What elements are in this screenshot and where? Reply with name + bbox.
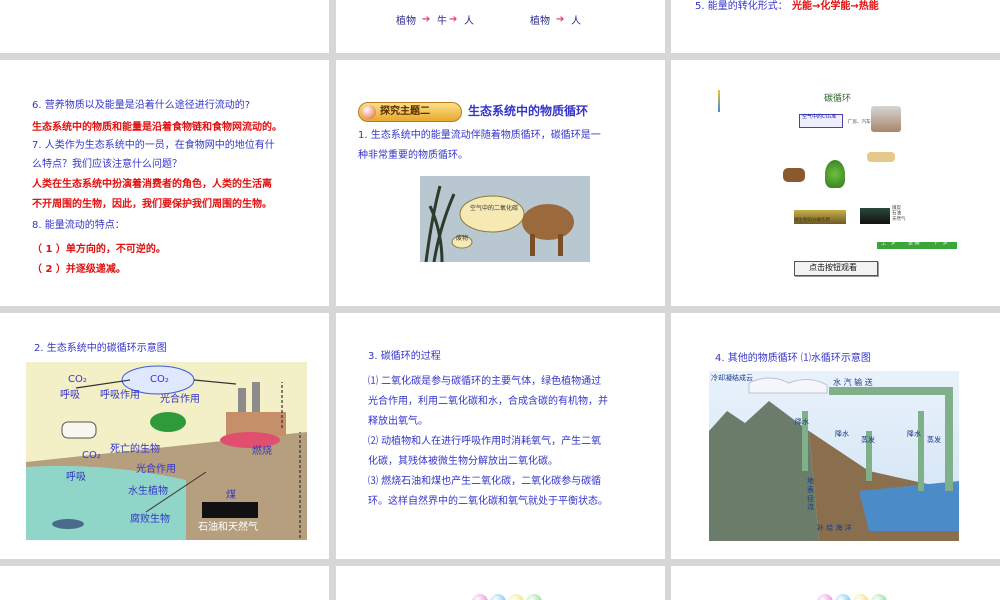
energy-prefix: 5. 能量的转化形式： [695, 1, 788, 12]
slide-top-center[interactable]: 植物 ➔ 牛 ➔ 人 植物 ➔ 人 [336, 0, 665, 53]
ball-icon [490, 594, 506, 600]
question-6: 6. 营养物质以及能量是沿着什么途径进行流动的? [32, 100, 251, 111]
ball-icon [508, 594, 524, 600]
slide-top-right[interactable]: 5. 能量的转化形式： 光能→化学能→热能 [671, 0, 1000, 53]
slide-bottom-right[interactable] [671, 566, 1000, 600]
car-icon [867, 152, 895, 162]
ball-icon [853, 594, 869, 600]
ball-icon [871, 594, 887, 600]
slide-top-left[interactable] [0, 0, 329, 53]
chain-b-start: 植物 [530, 16, 550, 27]
rain-label-1: 降水 [795, 418, 809, 426]
bubble-label: 空气中的二氧化碳 [470, 205, 519, 212]
process-line-7: 环。这样自然界中的二氧化碳和氧气就处于平衡状态。 [368, 496, 608, 507]
photosynthesis-label: 光合作用 [160, 394, 200, 405]
rain-label-3: 降水 [907, 430, 921, 438]
respiration-label: 呼吸 [60, 390, 80, 401]
process-title: 3. 碳循环的过程 [368, 351, 441, 362]
answer-7-line1: 人类在生态系统中扮演着消费者的角色，人类的生活离 [32, 179, 272, 190]
chain-a-mid: 牛 [437, 16, 447, 27]
slide-bottom-center[interactable] [336, 566, 665, 600]
chain-a-start: 植物 [396, 16, 416, 27]
water-cycle-title: 4. 其他的物质循环 ⑴水循环示意图 [715, 353, 871, 364]
evaporation-label-2: 蒸发 [927, 436, 941, 444]
nav-prev-button[interactable]: 上一步 [881, 240, 896, 248]
co2-cloud-label: CO₂ [150, 374, 169, 385]
ocean-label: 补 给 海 洋 [817, 524, 852, 532]
water-cycle-svg [709, 377, 959, 541]
rain-label-2: 降水 [835, 430, 849, 438]
tree-icon [825, 160, 845, 188]
nav-next-button[interactable]: 下一步 [933, 240, 948, 248]
diagram-title: 2. 生态系统中的碳循环示意图 [34, 343, 167, 354]
dead-organisms-label: 死亡的生物 [110, 444, 160, 455]
question-7-line1: 7. 人类作为生态系统中的一员，在食物网中的地位有什 [32, 140, 275, 151]
question-8: 8. 能量流动的特点： [32, 220, 125, 231]
answer-8-line2: （ 2 ）并逐级递减。 [32, 264, 126, 275]
coal-label: 煤 [226, 490, 236, 501]
cow-icon [783, 168, 805, 182]
process-line-5: 化碳，其残体被微生物分解放出二氧化碳。 [368, 456, 558, 467]
respiration-water-label: 呼吸 [66, 472, 86, 483]
burning-label: 燃烧 [252, 446, 272, 457]
process-line-3: 释放出氧气。 [368, 416, 428, 427]
cow-svg [424, 185, 574, 262]
oil-gas-label: 石油和天然气 [198, 522, 258, 533]
slide-carbon-animation[interactable]: 碳循环 空气中的CO₂库 厂房、汽车等 微生物的分解作用 煤炭 石油 天然气 上… [671, 60, 1000, 306]
slide-carbon-diagram[interactable]: 2. 生态系统中的碳循环示意图 CO₂ CO₂ 呼吸 呼吸作用 光合作用 死亡的… [0, 313, 329, 559]
nav-replay-button[interactable]: 重 播 [908, 240, 920, 248]
arrow-icon: ➔ [449, 14, 458, 25]
ball-icon [526, 594, 542, 600]
co2-water-label: CO₂ [82, 450, 101, 461]
question-7-line2: 么特点？我们应该注意什么问题？ [32, 159, 182, 170]
slide-carbon-process[interactable]: 3. 碳循环的过程 ⑴ 二氧化碳是参与碳循环的主要气体，绿色植物通过 光合作用，… [336, 313, 665, 559]
coal-image [860, 208, 890, 224]
answer-6: 生态系统中的物质和能量是沿着食物链和食物网流动的。 [32, 122, 282, 133]
water-plants-label: 水生植物 [128, 486, 168, 497]
small-bubble-label: 废物 [456, 235, 469, 242]
badge-orb-icon [362, 105, 376, 119]
chain-b-end: 人 [571, 16, 581, 27]
slide-qa[interactable]: 6. 营养物质以及能量是沿着什么途径进行流动的? 生态系统中的物质和能量是沿着食… [0, 60, 329, 306]
answer-7-line2: 不开周围的生物，因此，我们要保护我们周围的生物。 [32, 199, 272, 210]
process-line-1: ⑴ 二氧化碳是参与碳循环的主要气体，绿色植物通过 [368, 376, 602, 387]
ball-icon [835, 594, 851, 600]
photosynthesis-water-label: 光合作用 [136, 464, 176, 475]
coal-label: 煤炭 石油 天然气 [892, 206, 906, 222]
evaporation-label-1: 蒸发 [861, 436, 875, 444]
arrow-icon: ➔ [556, 14, 565, 25]
ball-icon [817, 594, 833, 600]
watch-button-label: 点击按钮观看 [809, 263, 857, 272]
anim-marker [718, 90, 720, 112]
slide-bottom-left[interactable] [0, 566, 329, 600]
answer-8-line1: （ 1 ）单方向的，不可逆的。 [32, 244, 166, 255]
slide-water-cycle[interactable]: 4. 其他的物质循环 ⑴水循环示意图 水 汽 输 送 冷却凝结成云 降水 降水 … [671, 313, 1000, 559]
process-line-6: ⑶ 燃烧石油和煤也产生二氧化碳，二氧化碳参与碳循 [368, 476, 602, 487]
theme-para-line1: 1. 生态系统中的能量流动伴随着物质循环，碳循环是一 [358, 130, 601, 141]
theme-title: 生态系统中的物质循环 [468, 104, 589, 118]
carbon-diagram: CO₂ CO₂ 呼吸 呼吸作用 光合作用 死亡的生物 燃烧 CO₂ 呼吸 光合作… [26, 362, 307, 540]
slide-theme-two[interactable]: 探究主题二 生态系统中的物质循环 1. 生态系统中的能量流动伴随着物质循环，碳循… [336, 60, 665, 306]
respiration-label-2: 呼吸作用 [100, 390, 140, 401]
vapor-transport-label: 水 汽 输 送 [833, 378, 873, 387]
process-line-4: ⑵ 动植物和人在进行呼吸作用时消耗氧气，产生二氧 [368, 436, 602, 447]
cloud-label: 冷却凝结成云 [711, 374, 753, 382]
theme-para-line2: 种非常重要的物质循环。 [358, 150, 468, 161]
cow-illustration: 空气中的二氧化碳 废物 [420, 176, 590, 262]
process-line-2: 光合作用，利用二氧化碳和水，合成含碳的有机物，并 [368, 396, 608, 407]
ball-icon [472, 594, 488, 600]
theme-badge-label: 探究主题二 [380, 106, 430, 117]
water-cycle-diagram: 水 汽 输 送 冷却凝结成云 降水 降水 蒸发 降水 蒸发 地表径流 补 给 海… [709, 371, 959, 541]
co2-top-label: CO₂ [68, 374, 87, 385]
arrow-icon: ➔ [422, 14, 431, 25]
co2-pool-label: 空气中的CO₂库 [802, 114, 837, 120]
decay-label: 腐败生物 [130, 514, 170, 525]
soil-label: 微生物的分解作用 [794, 218, 830, 223]
energy-value: 光能→化学能→热能 [792, 1, 879, 12]
chain-a-end: 人 [464, 16, 474, 27]
runoff-label: 地表径流 [807, 477, 814, 512]
factory-icon [871, 106, 901, 132]
anim-title: 碳循环 [824, 94, 852, 104]
